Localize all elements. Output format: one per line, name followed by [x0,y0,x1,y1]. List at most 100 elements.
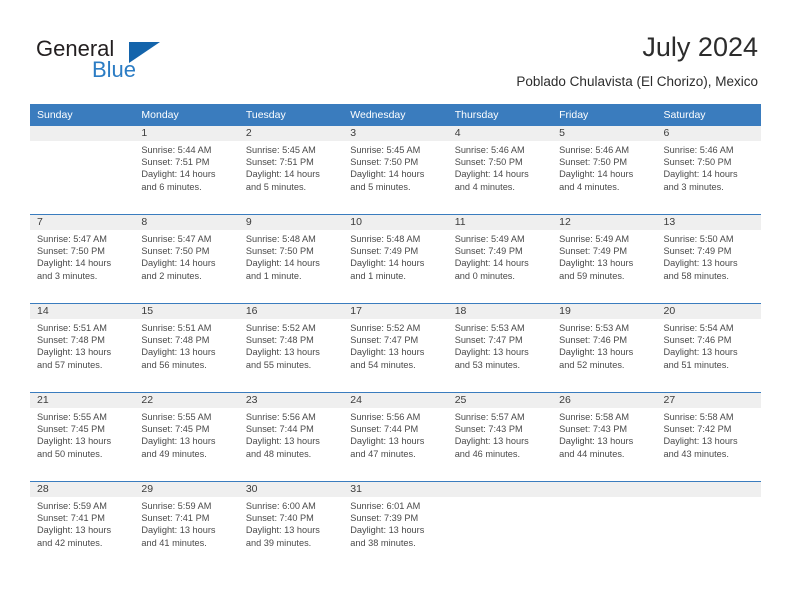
day-number: 17 [343,304,448,319]
calendar-day-cell[interactable]: 26 Sunrise: 5:58 AM Sunset: 7:43 PM Dayligh… [552,392,657,482]
calendar-day-cell[interactable]: 12 Sunrise: 5:49 AM Sunset: 7:49 PM Dayligh… [552,214,657,304]
day-detail-line: and 56 minutes. [141,359,207,370]
day-details: Sunrise: 6:01 AM Sunset: 7:39 PM Daylight:… [343,497,447,549]
day-number: 31 [343,482,448,497]
day-cell-content: 30 Sunrise: 6:00 AM Sunset: 7:40 PM Dayligh… [238,482,344,570]
day-details: Sunrise: 5:59 AM Sunset: 7:41 PM Daylight:… [134,497,238,549]
page-title: July 2024 [642,32,758,62]
calendar-day-cell[interactable]: 23 Sunrise: 5:56 AM Sunset: 7:44 PM Dayligh… [238,392,344,482]
calendar-day-cell[interactable]: 5 Sunrise: 5:46 AM Sunset: 7:50 PM Daylight… [552,126,657,215]
calendar-day-cell[interactable]: 15 Sunrise: 5:51 AM Sunset: 7:48 PM Dayligh… [134,303,239,393]
day-detail-line: Sunrise: 5:53 AM [454,323,525,333]
day-details: Sunrise: 5:52 AM Sunset: 7:48 PM Daylight:… [239,319,343,371]
calendar-day-cell[interactable]: 22 Sunrise: 5:55 AM Sunset: 7:45 PM Dayligh… [134,392,239,482]
day-detail-line: and 42 minutes. [37,537,103,548]
calendar-day-cell[interactable]: 14 Sunrise: 5:51 AM Sunset: 7:48 PM Dayligh… [30,303,135,393]
day-detail-line: Sunset: 7:47 PM [454,335,523,346]
day-detail-line: Sunset: 7:46 PM [663,335,732,346]
day-details: Sunrise: 5:53 AM Sunset: 7:47 PM Daylight:… [448,319,552,371]
day-detail-line: Sunrise: 5:51 AM [141,323,212,333]
calendar-day-cell[interactable]: 28 Sunrise: 5:59 AM Sunset: 7:41 PM Dayligh… [30,481,135,570]
day-number: 4 [447,126,553,141]
day-detail-line: and 2 minutes. [141,270,202,281]
day-details: Sunrise: 5:57 AM Sunset: 7:43 PM Daylight:… [448,408,552,460]
calendar-day-cell [30,126,135,215]
day-number: 22 [134,393,239,408]
day-detail-line: Daylight: 14 hours [454,258,529,269]
calendar-day-cell[interactable]: 16 Sunrise: 5:52 AM Sunset: 7:48 PM Dayligh… [238,303,344,393]
calendar-day-cell[interactable]: 9 Sunrise: 5:48 AM Sunset: 7:50 PM Daylight… [238,214,344,304]
day-detail-line: Daylight: 13 hours [663,347,738,358]
day-detail-line: Sunset: 7:48 PM [245,335,314,346]
day-number [447,482,553,497]
day-detail-line: Daylight: 13 hours [141,347,216,358]
calendar-day-cell[interactable]: 24 Sunrise: 5:56 AM Sunset: 7:44 PM Dayligh… [343,392,448,482]
day-details: Sunrise: 6:00 AM Sunset: 7:40 PM Daylight:… [239,497,343,549]
calendar-day-cell[interactable]: 20 Sunrise: 5:54 AM Sunset: 7:46 PM Dayligh… [656,303,761,393]
day-detail-line: Sunrise: 5:53 AM [559,323,630,333]
day-cell-content: 11 Sunrise: 5:49 AM Sunset: 7:49 PM Dayligh… [447,215,553,303]
day-detail-line: Sunset: 7:50 PM [454,157,523,168]
day-detail-line: and 41 minutes. [141,537,207,548]
day-detail-line: Daylight: 14 hours [37,258,112,269]
day-detail-line: Sunrise: 5:58 AM [663,412,734,422]
day-number: 20 [656,304,761,319]
calendar-day-cell[interactable]: 7 Sunrise: 5:47 AM Sunset: 7:50 PM Daylight… [30,214,135,304]
calendar-week-row: 21 Sunrise: 5:55 AM Sunset: 7:45 PM Dayligh… [30,392,761,482]
day-number: 18 [447,304,553,319]
day-detail-line: Daylight: 14 hours [559,169,634,180]
calendar-day-cell[interactable]: 25 Sunrise: 5:57 AM Sunset: 7:43 PM Dayligh… [447,392,553,482]
weekday-header-wednesday: Wednesday [343,104,448,126]
day-cell-content: 5 Sunrise: 5:46 AM Sunset: 7:50 PM Daylight… [552,126,657,214]
day-details: Sunrise: 5:47 AM Sunset: 7:50 PM Daylight:… [30,230,134,282]
calendar-day-cell[interactable]: 13 Sunrise: 5:50 AM Sunset: 7:49 PM Dayligh… [656,214,761,304]
calendar-day-cell [447,481,553,570]
day-details: Sunrise: 5:46 AM Sunset: 7:50 PM Daylight:… [657,141,761,193]
day-detail-line: and 39 minutes. [245,537,312,548]
calendar-day-cell[interactable]: 2 Sunrise: 5:45 AM Sunset: 7:51 PM Daylight… [238,126,344,215]
day-detail-line: Sunrise: 5:46 AM [454,145,525,155]
calendar-day-cell[interactable]: 18 Sunrise: 5:53 AM Sunset: 7:47 PM Dayligh… [447,303,553,393]
day-detail-line: Sunset: 7:45 PM [141,424,210,435]
calendar-day-cell[interactable]: 8 Sunrise: 5:47 AM Sunset: 7:50 PM Daylight… [134,214,239,304]
calendar-day-cell[interactable]: 4 Sunrise: 5:46 AM Sunset: 7:50 PM Daylight… [447,126,553,215]
day-detail-line: Sunrise: 5:45 AM [245,145,316,155]
day-detail-line: Daylight: 13 hours [663,436,738,447]
day-cell-content [552,482,657,570]
general-blue-logo[interactable]: General Blue [36,36,256,86]
day-detail-line: Daylight: 14 hours [245,169,320,180]
day-cell-content: 21 Sunrise: 5:55 AM Sunset: 7:45 PM Dayligh… [30,393,135,481]
calendar-day-cell[interactable]: 21 Sunrise: 5:55 AM Sunset: 7:45 PM Dayligh… [30,392,135,482]
day-cell-content: 31 Sunrise: 6:01 AM Sunset: 7:39 PM Dayligh… [343,482,448,570]
day-details: Sunrise: 5:44 AM Sunset: 7:51 PM Daylight:… [134,141,238,193]
day-cell-content: 10 Sunrise: 5:48 AM Sunset: 7:49 PM Dayligh… [343,215,448,303]
day-details: Sunrise: 5:45 AM Sunset: 7:50 PM Daylight:… [343,141,447,193]
calendar-day-cell[interactable]: 3 Sunrise: 5:45 AM Sunset: 7:50 PM Daylight… [343,126,448,215]
day-cell-content: 1 Sunrise: 5:44 AM Sunset: 7:51 PM Daylight… [134,126,239,214]
day-detail-line: Sunset: 7:45 PM [37,424,105,435]
day-cell-content: 3 Sunrise: 5:45 AM Sunset: 7:50 PM Daylight… [343,126,448,214]
day-number: 23 [238,393,344,408]
day-details: Sunrise: 5:51 AM Sunset: 7:48 PM Daylight:… [30,319,134,371]
day-number: 5 [552,126,657,141]
calendar-day-cell[interactable]: 1 Sunrise: 5:44 AM Sunset: 7:51 PM Daylight… [134,126,239,215]
day-detail-line: and 0 minutes. [454,270,515,281]
day-details [30,141,134,144]
calendar-day-cell[interactable]: 17 Sunrise: 5:52 AM Sunset: 7:47 PM Dayligh… [343,303,448,393]
calendar-day-cell[interactable]: 31 Sunrise: 6:01 AM Sunset: 7:39 PM Dayligh… [343,481,448,570]
calendar-day-cell[interactable]: 6 Sunrise: 5:46 AM Sunset: 7:50 PM Daylight… [656,126,761,215]
calendar-day-cell[interactable]: 11 Sunrise: 5:49 AM Sunset: 7:49 PM Dayligh… [447,214,553,304]
calendar-day-cell[interactable]: 29 Sunrise: 5:59 AM Sunset: 7:41 PM Dayligh… [134,481,239,570]
calendar-day-cell[interactable]: 10 Sunrise: 5:48 AM Sunset: 7:49 PM Dayligh… [343,214,448,304]
day-details: Sunrise: 5:46 AM Sunset: 7:50 PM Daylight:… [448,141,552,193]
day-cell-content: 26 Sunrise: 5:58 AM Sunset: 7:43 PM Dayligh… [552,393,657,481]
calendar-day-cell[interactable]: 27 Sunrise: 5:58 AM Sunset: 7:42 PM Dayligh… [656,392,761,482]
day-detail-line: Sunset: 7:51 PM [245,157,314,168]
day-cell-content: 16 Sunrise: 5:52 AM Sunset: 7:48 PM Dayligh… [238,304,344,392]
calendar-day-cell[interactable]: 19 Sunrise: 5:53 AM Sunset: 7:46 PM Dayligh… [552,303,657,393]
day-detail-line: Sunrise: 5:55 AM [37,412,107,422]
day-detail-line: and 47 minutes. [350,448,416,459]
day-detail-line: and 59 minutes. [559,270,625,281]
calendar-day-cell[interactable]: 30 Sunrise: 6:00 AM Sunset: 7:40 PM Dayligh… [238,481,344,570]
day-cell-content: 29 Sunrise: 5:59 AM Sunset: 7:41 PM Dayligh… [134,482,239,570]
